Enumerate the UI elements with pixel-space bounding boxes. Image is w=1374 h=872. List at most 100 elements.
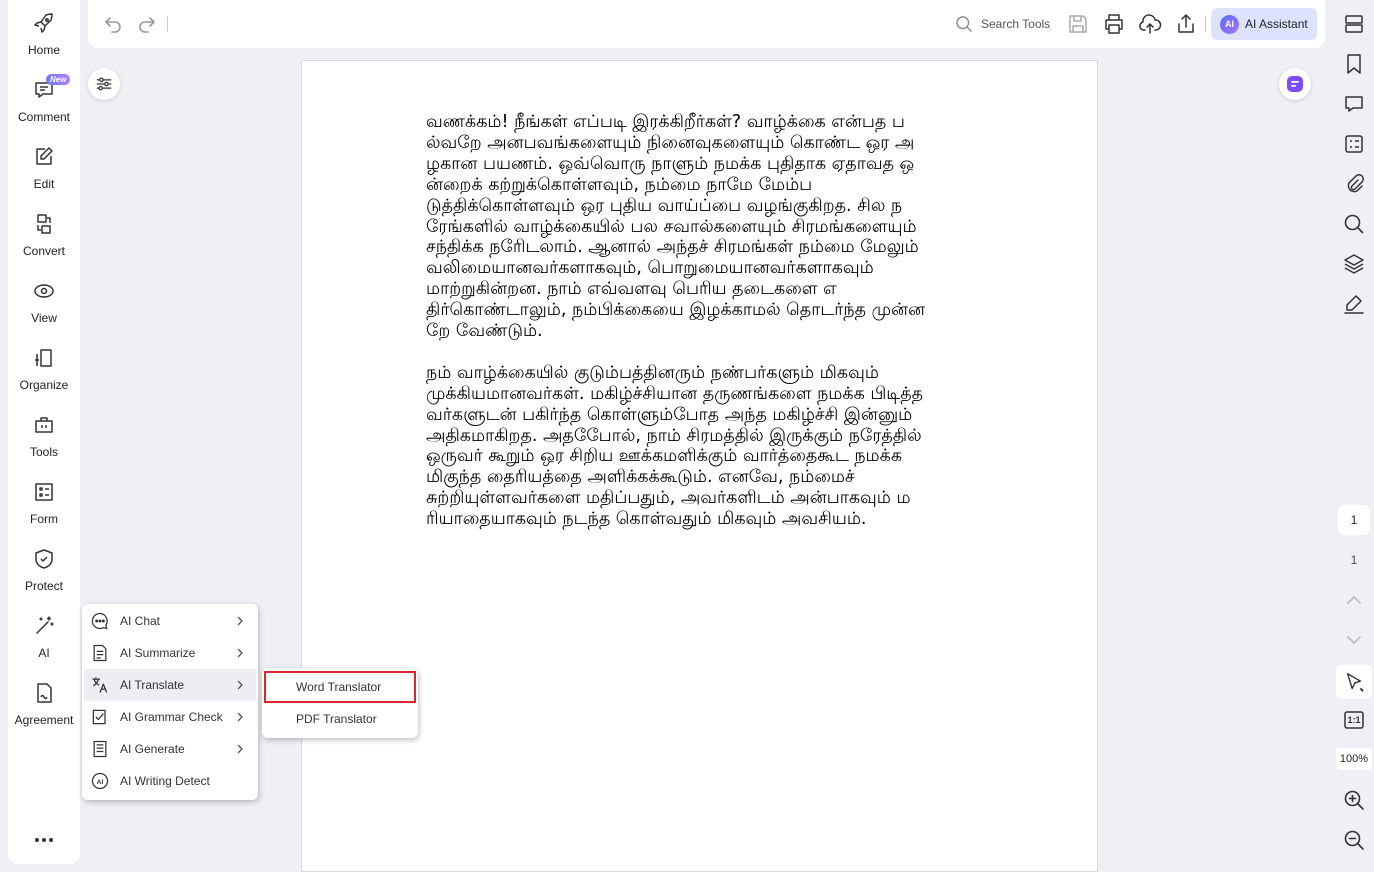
toolbar-divider (167, 16, 168, 32)
generate-icon (93, 740, 107, 758)
print-icon[interactable] (1102, 12, 1126, 36)
bookmark-icon[interactable] (1342, 52, 1366, 76)
nav-convert-label: Convert (22, 244, 66, 258)
nav-organize[interactable]: Organize (8, 335, 80, 397)
comments-panel-icon[interactable] (1342, 92, 1366, 116)
floating-app-button[interactable] (1279, 68, 1311, 100)
nav-convert[interactable]: Convert (8, 201, 80, 263)
filter-settings-button[interactable] (88, 68, 120, 100)
convert-icon (37, 214, 51, 234)
nav-comment-label: Comment (17, 110, 70, 124)
menu-item-ai-writing-detect[interactable]: AI AI Writing Detect (84, 765, 256, 797)
menu-item-label: AI Writing Detect (120, 774, 210, 788)
nav-home-label: Home (27, 43, 60, 57)
document-text: வணக்கம்! நீங்கள் எப்படி இரக்கிறீர்கள்? வ… (426, 112, 926, 551)
grammar-check-icon (92, 709, 106, 725)
panel-icon[interactable] (1342, 12, 1366, 36)
layers-icon[interactable] (1342, 252, 1366, 276)
menu-item-label: AI Generate (120, 742, 185, 756)
paragraph: நம் வாழ்க்கையில் குடும்பத்தினரும் நண்பர்… (426, 362, 924, 530)
signature-icon[interactable] (1342, 292, 1366, 316)
toolbar-divider-2 (1205, 16, 1206, 32)
nav-tools[interactable]: Tools (8, 402, 80, 464)
summarize-icon (93, 644, 107, 662)
page-down-icon[interactable] (1342, 628, 1366, 652)
menu-item-label: AI Summarize (120, 646, 196, 660)
chat-icon (91, 612, 108, 630)
organize-icon (35, 349, 52, 367)
nav-form-label: Form (30, 512, 58, 526)
chevron-right-icon (237, 648, 243, 658)
nav-ai[interactable]: AI (8, 603, 80, 665)
page-up-icon[interactable] (1342, 588, 1366, 612)
nav-edit-label: Edit (33, 177, 55, 191)
total-pages: 1 (1350, 553, 1358, 567)
menu-item-ai-grammar-check[interactable]: AI Grammar Check (84, 701, 256, 733)
menu-item-ai-summarize[interactable]: AI Summarize (84, 637, 256, 669)
menu-item-ai-translate[interactable]: AI Translate (84, 669, 256, 701)
attachment-icon[interactable] (1342, 172, 1366, 196)
nav-tools-label: Tools (29, 445, 58, 459)
ai-detect-icon: AI (91, 772, 109, 790)
menu-item-ai-chat[interactable]: AI Chat (84, 605, 256, 637)
current-page[interactable]: 1 (1338, 505, 1370, 535)
shield-icon (35, 549, 53, 569)
cloud-upload-icon[interactable] (1138, 12, 1162, 36)
nav-agreement[interactable]: Agreement (8, 670, 80, 732)
select-tool-icon (1346, 673, 1364, 692)
nav-protect-label: Protect (24, 579, 63, 593)
menu-item-label: AI Chat (120, 614, 161, 628)
eye-icon (34, 284, 54, 298)
new-badge: New (46, 74, 71, 85)
translate-submenu: Word Translator PDF Translator (262, 668, 418, 738)
fit-label: 1:1 (1347, 715, 1361, 725)
chevron-right-icon (237, 680, 243, 690)
menu-item-label: AI Grammar Check (120, 710, 223, 724)
magic-wand-icon (36, 616, 54, 634)
nav-form[interactable]: Form (8, 469, 80, 531)
nav-home[interactable]: Home (8, 0, 80, 62)
paragraph: வணக்கம்! நீங்கள் எப்படி இரக்கிறீர்கள்? வ… (426, 112, 925, 342)
search-tools[interactable]: Search Tools (954, 12, 1050, 36)
zoom-level[interactable]: 100% (1336, 748, 1372, 770)
actual-size-button[interactable]: 1:1 (1342, 708, 1366, 732)
toolbox-icon (35, 417, 53, 433)
select-tool[interactable] (1336, 665, 1372, 699)
redo-icon[interactable] (135, 12, 159, 36)
top-toolbar: Search Tools AI AI Assistant (88, 0, 1325, 48)
search-panel-icon[interactable] (1342, 212, 1366, 236)
form-fields-icon[interactable] (1342, 132, 1366, 156)
zoom-out-icon[interactable] (1342, 828, 1366, 852)
nav-edit[interactable]: Edit (8, 134, 80, 196)
translate-icon (92, 677, 108, 693)
nav-protect[interactable]: Protect (8, 536, 80, 598)
word-translator-item[interactable]: Word Translator (264, 671, 416, 703)
nav-agreement-label: Agreement (14, 713, 74, 727)
save-icon[interactable] (1066, 12, 1090, 36)
rocket-icon (34, 13, 53, 33)
nav-view-label: View (31, 311, 57, 325)
edit-icon (36, 147, 53, 165)
sliders-icon (96, 77, 112, 91)
nav-organize-label: Organize (19, 378, 69, 392)
menu-item-ai-generate[interactable]: AI Generate (84, 733, 256, 765)
agreement-icon (37, 683, 52, 703)
undo-icon[interactable] (101, 12, 125, 36)
ai-logo-icon: AI (1220, 14, 1239, 34)
zoom-in-icon[interactable] (1342, 788, 1366, 812)
nav-ai-label: AI (38, 646, 50, 660)
app-logo-icon (1287, 76, 1303, 92)
nav-view[interactable]: View (8, 268, 80, 330)
ai-menu: AI Chat AI Summarize AI Translate AI Gra… (82, 604, 258, 800)
document-page: வணக்கம்! நீங்கள் எப்படி இரக்கிறீர்கள்? வ… (301, 60, 1098, 872)
chevron-right-icon (237, 744, 243, 754)
ai-assistant-label: AI Assistant (1245, 17, 1308, 31)
share-icon[interactable] (1174, 12, 1198, 36)
search-tools-label: Search Tools (981, 17, 1051, 31)
form-icon (35, 483, 53, 501)
menu-item-label: AI Translate (120, 678, 185, 692)
search-icon (956, 16, 972, 32)
ai-assistant-button[interactable]: AI AI Assistant (1211, 8, 1317, 40)
pdf-translator-item[interactable]: PDF Translator (264, 703, 416, 735)
more-dots-icon[interactable] (32, 830, 56, 850)
